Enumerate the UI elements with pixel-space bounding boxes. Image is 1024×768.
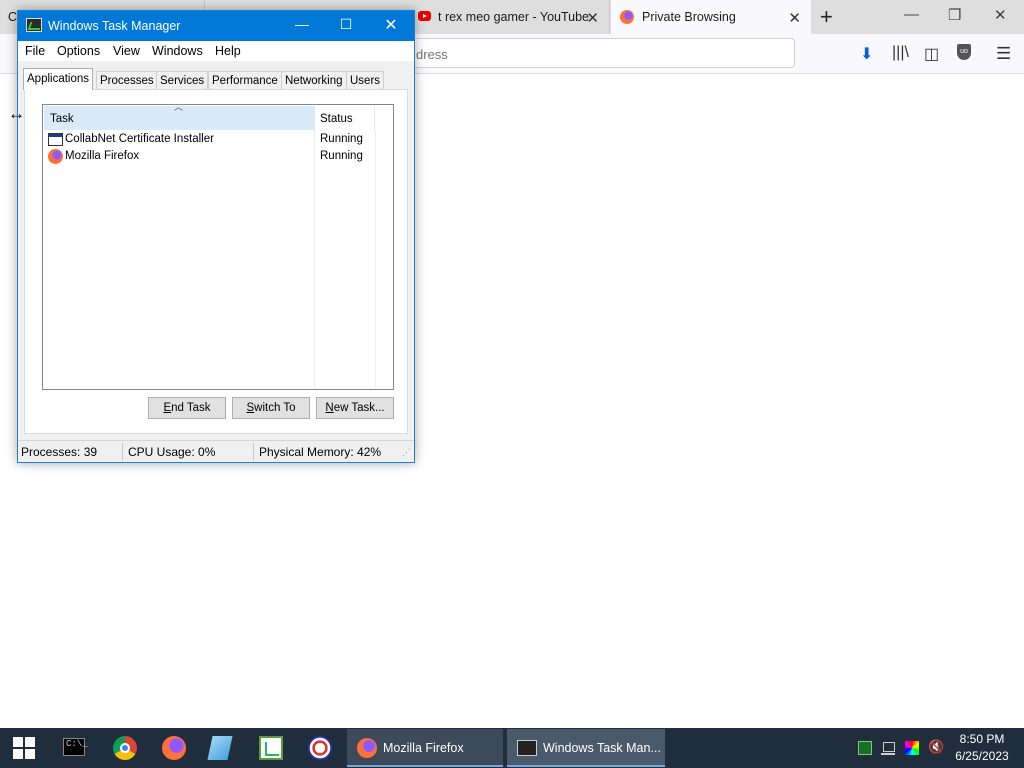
close-icon[interactable]: ✕	[994, 6, 1007, 24]
windows-start-icon[interactable]	[13, 737, 35, 759]
button-label: ew Task...	[333, 402, 385, 414]
column-header-label: Task	[50, 113, 74, 125]
task-name: CollabNet Certificate Installer	[65, 133, 214, 145]
column-divider	[375, 130, 376, 388]
browser-tab-youtube[interactable]: t rex meo gamer - YouTube ✕	[410, 0, 610, 34]
minimize-icon[interactable]: —	[292, 16, 312, 32]
chrome-icon[interactable]	[113, 736, 137, 760]
menu-bar: File Options View Windows Help	[18, 41, 414, 61]
status-divider	[253, 443, 254, 461]
browser-tab-label: C	[8, 10, 18, 24]
download-icon[interactable]: ⬇	[860, 44, 873, 64]
sort-arrow-icon: ︿	[174, 102, 184, 112]
column-header-task[interactable]: ︿ Task	[44, 102, 315, 130]
volume-muted-icon[interactable]: 🔇	[928, 739, 944, 754]
taskbar-app-firefox[interactable]: Mozilla Firefox	[347, 729, 503, 767]
library-icon[interactable]: |||\	[892, 44, 909, 62]
table-row[interactable]: CollabNet Certificate Installer Running	[48, 131, 388, 148]
tab-applications[interactable]: Applications	[23, 68, 94, 90]
notepad-plus-icon[interactable]	[259, 736, 283, 760]
hamburger-menu-icon[interactable]: ☰	[996, 44, 1011, 64]
network-icon[interactable]	[881, 741, 895, 755]
status-processes: Processes: 39	[21, 445, 98, 459]
new-task-button[interactable]: New Task...	[316, 397, 394, 419]
status-memory: Physical Memory: 42%	[259, 445, 382, 459]
restore-icon[interactable]: ❐	[948, 6, 961, 24]
close-icon[interactable]: ✕	[381, 15, 401, 35]
column-divider	[314, 130, 315, 388]
tab-users[interactable]: Users	[346, 71, 385, 90]
browser-tab-label: t rex meo gamer - YouTube	[438, 10, 590, 24]
clock-time[interactable]: 8:50 PM	[955, 732, 1009, 746]
youtube-icon	[418, 11, 431, 21]
table-row[interactable]: Mozilla Firefox Running	[48, 148, 388, 165]
url-bar[interactable]: dress	[410, 38, 795, 68]
sidebar-icon[interactable]: ◫	[924, 44, 939, 64]
column-header-label: Status	[320, 113, 353, 125]
app-icon[interactable]	[207, 736, 233, 760]
task-manager-window: Windows Task Manager — ☐ ✕ File Options …	[17, 10, 415, 463]
menu-help[interactable]: Help	[215, 44, 241, 58]
task-status: Running	[320, 150, 363, 162]
close-tab-icon[interactable]: ✕	[788, 9, 801, 27]
url-placeholder: dress	[416, 47, 448, 62]
paint-icon[interactable]	[308, 736, 332, 760]
browser-tab-private[interactable]: Private Browsing ✕	[611, 0, 811, 34]
button-accelerator: S	[246, 402, 255, 414]
task-name: Mozilla Firefox	[65, 150, 140, 162]
firefox-icon	[357, 738, 377, 758]
firefox-icon	[620, 10, 634, 24]
menu-options[interactable]: Options	[57, 44, 100, 58]
tab-processes[interactable]: Processes	[96, 71, 158, 90]
menu-file[interactable]: File	[25, 44, 45, 58]
status-divider	[122, 443, 123, 461]
close-tab-icon[interactable]: ✕	[586, 9, 599, 27]
taskbar-app-label: Mozilla Firefox	[383, 741, 464, 755]
color-app-icon[interactable]	[905, 741, 919, 755]
button-accelerator: N	[325, 402, 334, 414]
taskbar-app-label: Windows Task Man...	[543, 741, 661, 755]
command-prompt-icon[interactable]: C:\_	[63, 738, 88, 756]
firefox-icon	[48, 149, 63, 164]
tab-performance[interactable]: Performance	[208, 71, 282, 90]
tab-networking[interactable]: Networking	[281, 71, 347, 90]
switch-to-button[interactable]: Switch To	[232, 397, 310, 419]
status-bar: Processes: 39 CPU Usage: 0% Physical Mem…	[18, 440, 414, 462]
end-task-button[interactable]: End Task	[148, 397, 226, 419]
browser-tab-label: Private Browsing	[642, 10, 736, 24]
button-label: nd Task	[171, 402, 211, 414]
button-accelerator: E	[163, 402, 172, 414]
menu-windows[interactable]: Windows	[152, 44, 203, 58]
clock-date[interactable]: 6/25/2023	[950, 749, 1014, 763]
window-app-icon	[48, 133, 63, 146]
menu-view[interactable]: View	[113, 44, 140, 58]
applications-panel: ︿ Task Status CollabNet Certificate Inst…	[24, 89, 408, 434]
title-bar[interactable]: Windows Task Manager — ☐ ✕	[18, 11, 414, 41]
resize-grip-icon[interactable]: ⋰	[402, 447, 411, 458]
task-manager-icon	[517, 740, 537, 756]
taskbar: C:\_ Mozilla Firefox Windows Task Man...…	[0, 728, 1024, 768]
task-manager-icon	[26, 18, 42, 32]
maximize-icon[interactable]: ☐	[336, 16, 356, 33]
task-status: Running	[320, 133, 363, 145]
firefox-icon[interactable]	[162, 736, 186, 760]
resize-cursor-icon: ↔	[8, 104, 25, 123]
minimize-icon[interactable]: —	[904, 6, 919, 23]
ublock-icon[interactable]: uo	[957, 44, 971, 60]
window-title: Windows Task Manager	[48, 19, 181, 33]
column-header-status[interactable]: Status	[315, 106, 375, 130]
task-list[interactable]: ︿ Task Status CollabNet Certificate Inst…	[42, 102, 394, 390]
button-label: witch To	[254, 402, 296, 414]
new-tab-button[interactable]: +	[820, 4, 833, 30]
status-cpu: CPU Usage: 0%	[128, 445, 216, 459]
tab-services[interactable]: Services	[156, 71, 209, 90]
tray-app-icon[interactable]	[858, 741, 872, 755]
taskbar-app-task-manager[interactable]: Windows Task Man...	[507, 729, 665, 767]
